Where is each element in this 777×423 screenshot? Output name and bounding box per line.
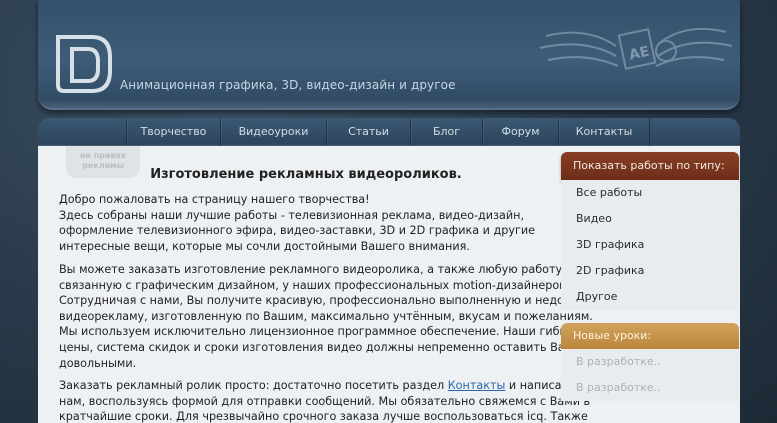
site-header: Анимационная графика, 3D, видео-дизайн и…	[38, 0, 740, 110]
filter-item-2d-graphics[interactable]: 2D графика	[561, 258, 739, 284]
sidebar: Показать работы по типу: Все работы Виде…	[561, 152, 739, 423]
new-lessons-list: В разработке.. В разработке..	[561, 349, 739, 401]
content-area: на правах рекламы Изготовление рекламных…	[38, 146, 740, 423]
paragraph-line: Сотрудничая с нами, Вы получите красивую…	[59, 294, 600, 308]
order-paragraph: Заказать рекламный ролик просто: достато…	[59, 378, 591, 423]
filter-item-all-works[interactable]: Все работы	[561, 180, 739, 206]
contacts-link[interactable]: Контакты	[448, 379, 506, 392]
nav-item-creativity[interactable]: Творчество	[126, 118, 220, 146]
lesson-item: В разработке..	[576, 355, 661, 368]
works-filter-title: Показать работы по типу:	[561, 152, 739, 180]
ad-badge-line1: на правах	[80, 151, 126, 160]
nav-item-forum[interactable]: Форум	[482, 118, 558, 146]
nav-item-articles[interactable]: Статьи	[326, 118, 410, 146]
lesson-item: В разработке..	[576, 381, 661, 394]
nav-item-video-lessons[interactable]: Видеоуроки	[220, 118, 326, 146]
paragraph-line: Заказать рекламный ролик просто: достато…	[59, 378, 575, 394]
main-navigation: Творчество Видеоуроки Статьи Блог Форум …	[38, 118, 740, 146]
site-tagline: Анимационная графика, 3D, видео-дизайн и…	[120, 78, 456, 92]
filter-item-3d-graphics[interactable]: 3D графика	[561, 232, 739, 258]
filter-item-video[interactable]: Видео	[561, 206, 739, 232]
site-logo-icon[interactable]	[52, 33, 114, 95]
paragraph-line: цены, система скидок и сроки изготовлени…	[59, 340, 571, 354]
winged-emblem-icon: AE	[539, 27, 733, 70]
intro-paragraph: Добро пожаловать на страницу нашего твор…	[59, 192, 549, 254]
new-lessons-title: Новые уроки:	[561, 323, 739, 349]
paragraph-line: нам, воспользуясь формой для отправки со…	[59, 394, 591, 408]
page-title: Изготовление рекламных видеороликов.	[150, 167, 462, 182]
paragraph-line: Добро пожаловать на страницу нашего твор…	[59, 193, 370, 206]
paragraph-line: Здесь собраны наши лучшие работы - телев…	[59, 208, 525, 222]
order-text-start: Заказать рекламный ролик просто: достато…	[59, 379, 448, 392]
paragraph-line: довольными.	[59, 356, 137, 370]
paragraph-line: кратчайшие сроки. Для чрезвычайно срочно…	[59, 410, 588, 423]
services-paragraph: Вы можете заказать изготовление рекламно…	[59, 262, 600, 371]
emblem-text: AE	[628, 44, 651, 64]
works-filter-list: Все работы Видео 3D графика 2D графика Д…	[561, 180, 739, 310]
paragraph-line: видеорекламу, изготовленную по Вашим, ма…	[59, 309, 593, 323]
nav-item-blog[interactable]: Блог	[410, 118, 482, 146]
paragraph-line: связанную с графическим дизайном, у наши…	[59, 278, 570, 292]
paragraph-line: Мы используем исключительно лицензионное…	[59, 325, 581, 339]
paragraph-line: интересные вещи, которые мы сочли достой…	[59, 239, 470, 253]
nav-item-contacts[interactable]: Контакты	[558, 118, 650, 146]
paragraph-line: Вы можете заказать изготовление рекламно…	[59, 263, 566, 276]
paragraph-line: оформление телевизионного эфира, видео-з…	[59, 224, 535, 238]
filter-item-other[interactable]: Другое	[561, 284, 739, 310]
